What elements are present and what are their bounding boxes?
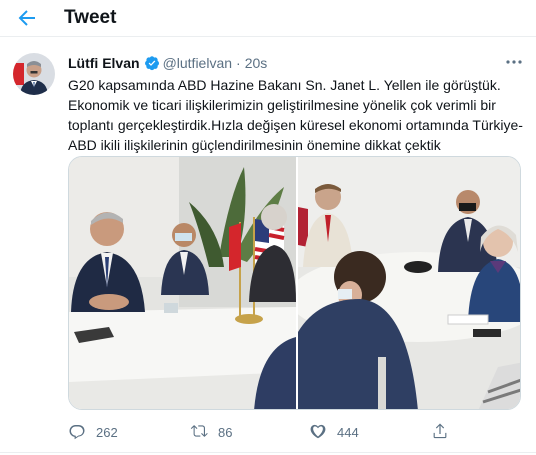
tweet-actions: 262 86 444 [68, 420, 508, 444]
separator-dot: · [236, 55, 241, 71]
author-avatar[interactable] [13, 53, 55, 95]
verified-badge-icon [144, 55, 160, 76]
bottom-divider [0, 452, 536, 453]
tweet-text: G20 kapsamında ABD Hazine Bakanı Sn. Jan… [68, 75, 523, 155]
author-handle[interactable]: @lutfielvan [163, 55, 232, 71]
author-name[interactable]: Lütfi Elvan [68, 55, 140, 71]
top-header: Tweet [0, 0, 536, 37]
back-arrow-icon[interactable] [15, 6, 39, 30]
reply-icon [68, 422, 96, 443]
like-count: 444 [337, 424, 359, 440]
like-button[interactable]: 444 [309, 420, 359, 444]
retweet-button[interactable]: 86 [190, 420, 232, 444]
more-icon[interactable] [503, 53, 525, 71]
heart-icon [309, 422, 337, 443]
retweet-icon [190, 422, 218, 443]
reply-button[interactable]: 262 [68, 420, 118, 444]
tweet-text-line: G20 kapsamında ABD Hazine Bakanı Sn. Jan… [68, 77, 501, 93]
author-row: Lütfi Elvan @lutfielvan · 20s [68, 53, 267, 73]
tweet-timestamp[interactable]: 20s [245, 55, 268, 71]
tweet-text-line: toplantı gerçekleştirdik.Hızla değişen k… [68, 117, 523, 133]
page-title: Tweet [64, 7, 117, 28]
meeting-photo-left[interactable] [69, 157, 296, 409]
tweet-text-line: ABD ikili ilişkilerinin güçlendirilmesin… [68, 137, 441, 153]
tweet-text-line: Ekonomik ve ticari ilişkilerimizin geliş… [68, 97, 496, 113]
tweet-media[interactable] [68, 156, 521, 410]
share-button[interactable] [431, 420, 459, 444]
reply-count: 262 [96, 424, 118, 440]
retweet-count: 86 [218, 424, 233, 440]
meeting-photo-right[interactable] [288, 157, 520, 409]
share-icon [431, 422, 459, 443]
